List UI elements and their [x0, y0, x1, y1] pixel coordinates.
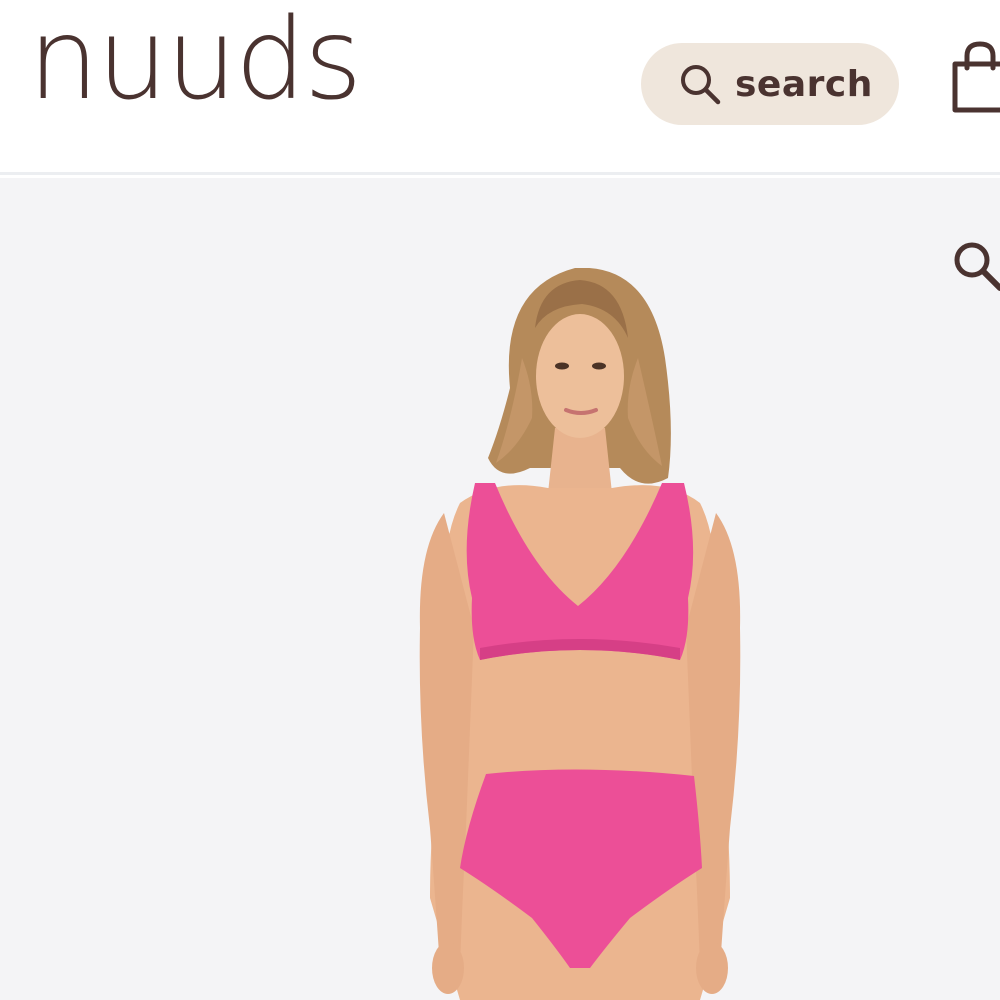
zoom-icon[interactable] [950, 238, 1000, 294]
site-header: nuuds search [0, 0, 1000, 175]
search-button[interactable]: search [641, 43, 899, 125]
product-gallery [0, 178, 1000, 1000]
search-icon [681, 65, 721, 105]
product-photo[interactable] [400, 268, 760, 1000]
logo[interactable]: nuuds [28, 4, 362, 116]
search-label: search [735, 63, 873, 105]
shopping-bag-icon[interactable] [950, 38, 1000, 118]
